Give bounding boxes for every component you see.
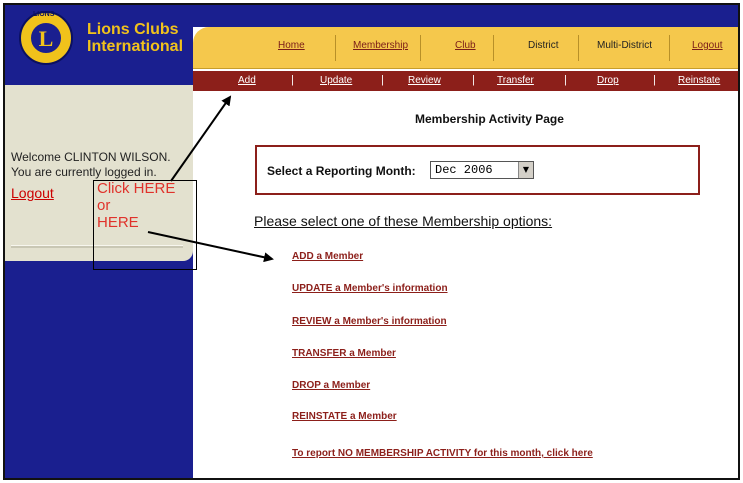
tab-club[interactable]: Club [455, 40, 476, 51]
subnav-separator: | [472, 74, 475, 86]
subnav-separator: | [381, 74, 384, 86]
option-review-member[interactable]: REVIEW a Member's information [292, 316, 447, 327]
sidebar: LIONS L Lions Clubs International Welcom… [5, 5, 197, 478]
sub-nav: Add | Update | Review | Transfer | Drop … [193, 71, 738, 91]
option-no-activity[interactable]: To report NO MEMBERSHIP ACTIVITY for thi… [292, 448, 593, 459]
reporting-month-select[interactable]: Dec 2006 ▼ [430, 161, 534, 179]
subnav-add[interactable]: Add [238, 75, 256, 86]
brand-header: LIONS L Lions Clubs International [5, 5, 193, 85]
logo-text: LIONS [33, 11, 55, 18]
reporting-month-value: Dec 2006 [435, 163, 493, 177]
tab-divider [420, 35, 421, 61]
option-update-member[interactable]: UPDATE a Member's information [292, 283, 448, 294]
main-nav: Home Membership Club District Multi-Dist… [193, 27, 738, 69]
callout-line1: Click HERE [97, 180, 176, 197]
subnav-update[interactable]: Update [320, 75, 352, 86]
subnav-separator: | [653, 74, 656, 86]
callout-line2: or [97, 197, 111, 214]
welcome-line2: You are currently logged in. [11, 165, 157, 179]
reporting-month-box: Select a Reporting Month: Dec 2006 ▼ [255, 145, 700, 195]
subnav-separator: | [291, 74, 294, 86]
option-drop-member[interactable]: DROP a Member [292, 380, 370, 391]
logo-center: L [29, 21, 63, 55]
tab-multi-district[interactable]: Multi-District [597, 40, 652, 51]
tab-home[interactable]: Home [278, 40, 305, 51]
tab-divider [669, 35, 670, 61]
option-reinstate-member[interactable]: REINSTATE a Member [292, 411, 397, 422]
option-add-member[interactable]: ADD a Member [292, 251, 363, 262]
logo-letter: L [38, 26, 54, 51]
callout-line3: HERE [97, 214, 139, 231]
dropdown-arrow-icon[interactable]: ▼ [518, 162, 533, 178]
tab-district[interactable]: District [528, 40, 559, 51]
annotation-callout-text: Click HERE or HERE [97, 180, 175, 231]
sidebar-logout-link[interactable]: Logout [11, 185, 54, 201]
browser-frame: LIONS L Lions Clubs International Welcom… [3, 3, 740, 480]
brand-name: Lions Clubs International [87, 21, 191, 55]
options-heading: Please select one of these Membership op… [254, 213, 553, 229]
welcome-line1: Welcome CLINTON WILSON. [11, 150, 171, 164]
tab-divider [335, 35, 336, 61]
tab-membership[interactable]: Membership [353, 40, 408, 51]
tab-divider [493, 35, 494, 61]
welcome-message: Welcome CLINTON WILSON. You are currentl… [11, 150, 191, 180]
lions-logo-icon: LIONS L [19, 11, 73, 65]
subnav-transfer[interactable]: Transfer [497, 75, 534, 86]
top-bar [193, 5, 738, 27]
page-title: Membership Activity Page [415, 112, 564, 126]
tab-logout[interactable]: Logout [692, 40, 723, 51]
subnav-drop[interactable]: Drop [597, 75, 619, 86]
subnav-review[interactable]: Review [408, 75, 441, 86]
subnav-separator: | [564, 74, 567, 86]
brand-name-line1: Lions Clubs [87, 21, 179, 38]
subnav-reinstate[interactable]: Reinstate [678, 75, 720, 86]
reporting-month-label: Select a Reporting Month: [267, 164, 416, 178]
brand-name-line2: International [87, 38, 184, 55]
tab-divider [578, 35, 579, 61]
option-transfer-member[interactable]: TRANSFER a Member [292, 348, 396, 359]
